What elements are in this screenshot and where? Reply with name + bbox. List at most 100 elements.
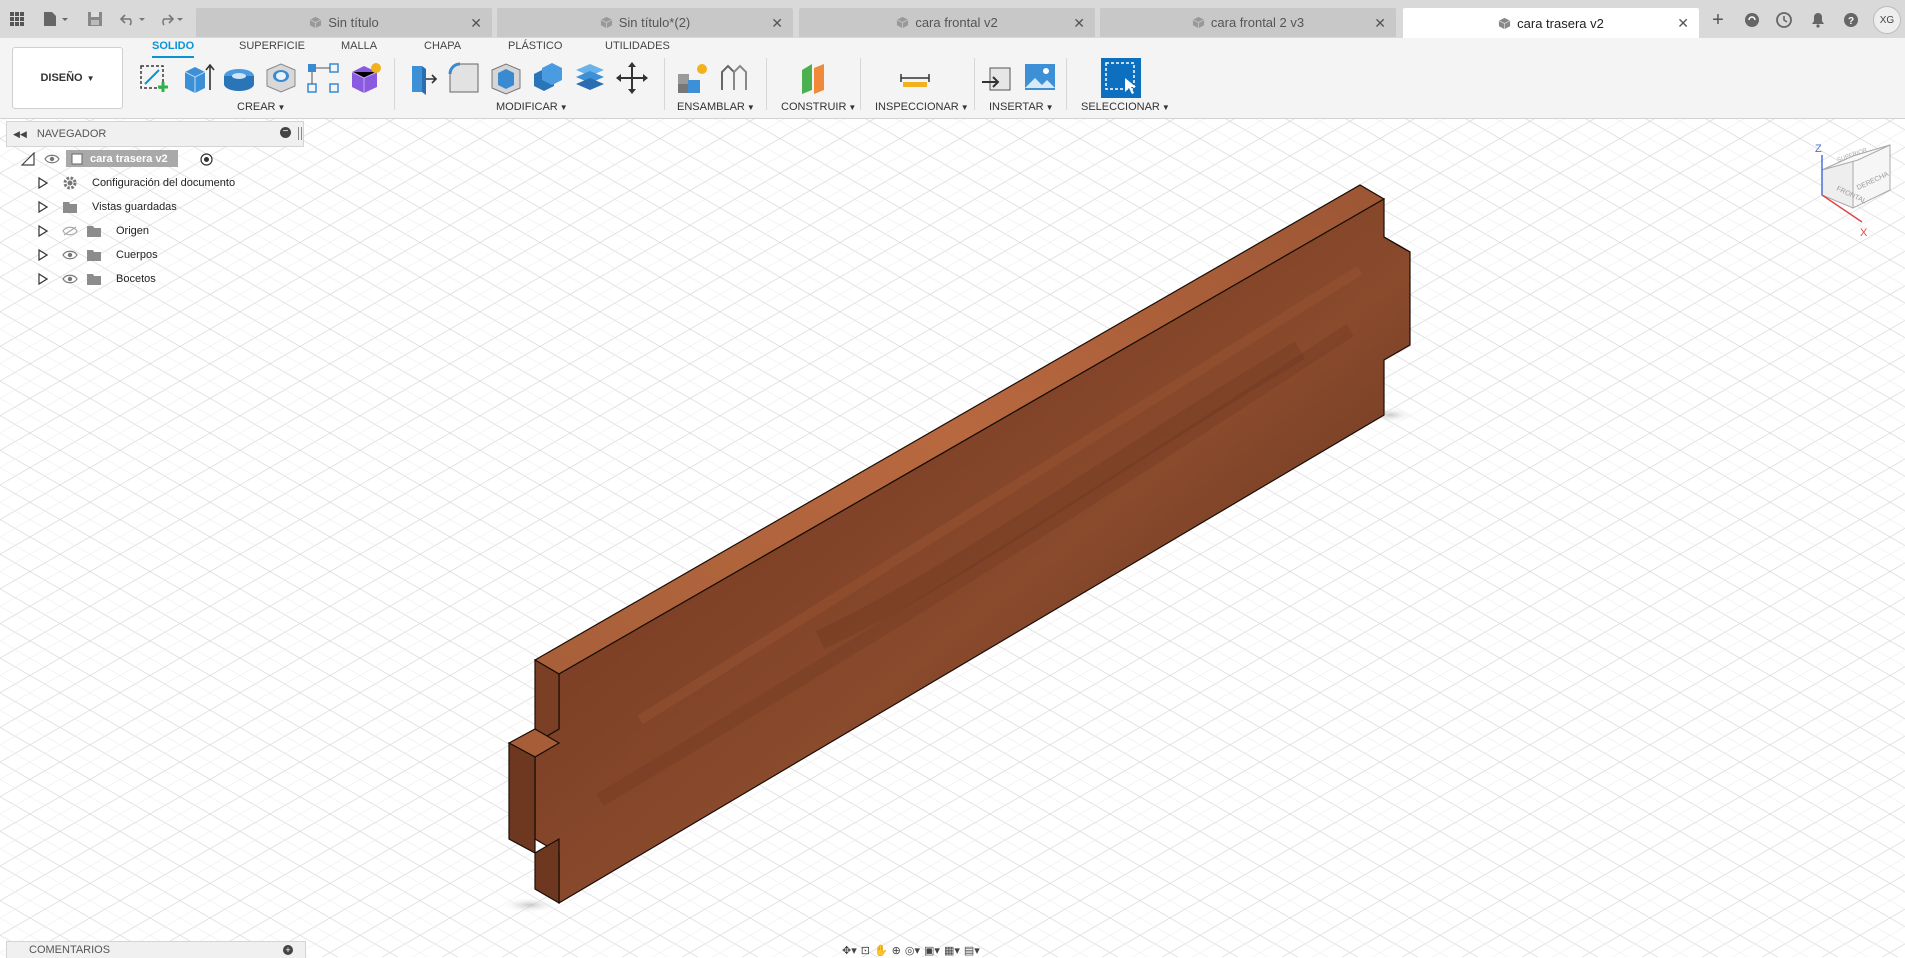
caret-down-icon: ▼ [746,103,755,112]
display-settings-icon[interactable]: ▣▾ [924,944,940,957]
close-icon[interactable]: ✕ [470,15,482,32]
expand-triangle-icon[interactable] [38,273,48,285]
workspace-selector[interactable]: DISEÑO ▼ [12,47,123,109]
create-sketch-icon[interactable] [137,60,173,96]
insert-image-icon[interactable] [1022,60,1058,96]
grid-settings-icon[interactable]: ▦▾ [944,944,960,957]
gear-icon [63,176,77,190]
revolve-icon[interactable] [221,60,257,96]
caret-down-icon: ▼ [277,103,286,112]
expand-triangle-icon[interactable] [38,249,48,261]
help-icon[interactable]: ? [1840,9,1862,31]
insert-derive-icon[interactable] [980,60,1016,96]
tab-cara-frontal-v2[interactable]: cara frontal v2 ✕ [799,8,1095,37]
eye-icon[interactable] [62,250,78,260]
select-icon[interactable] [1101,58,1141,98]
fit-icon[interactable]: ◎▾ [905,944,920,957]
redo-icon[interactable] [156,8,188,30]
construir-menu[interactable]: CONSTRUIR ▼ [781,101,856,113]
close-icon[interactable]: ✕ [1073,15,1085,32]
extrude-icon[interactable] [179,60,215,96]
folder-icon [87,226,101,237]
save-icon[interactable] [84,8,106,30]
tree-item-label: Configuración del documento [92,177,236,189]
fillet-icon[interactable] [446,60,482,96]
look-at-icon[interactable]: ⊡ [861,944,870,957]
construction-plane-icon[interactable] [796,60,832,96]
user-avatar[interactable]: XG [1873,6,1901,34]
tree-item-vistas-guardadas[interactable]: Vistas guardadas [6,195,304,219]
inspeccionar-menu[interactable]: INSPECCIONAR ▼ [875,101,969,113]
insertar-menu[interactable]: INSERTAR ▼ [989,101,1054,113]
tab-label: cara frontal 2 v3 [1210,15,1305,30]
close-icon[interactable]: ✕ [771,15,783,32]
crear-menu[interactable]: CREAR ▼ [237,101,285,113]
eye-icon[interactable] [44,154,60,164]
crear-label: CREAR [237,101,276,113]
file-icon[interactable] [40,8,72,30]
collapse-panel-icon[interactable]: ◀◀ [13,129,27,140]
orbit-icon[interactable]: ✥▾ [842,944,857,957]
cube-icon [309,16,322,29]
combine-icon[interactable] [530,60,566,96]
tree-item-label: Cuerpos [116,249,158,261]
tree-item-configuracion[interactable]: Configuración del documento [6,171,304,195]
panel-grip-icon[interactable] [298,127,302,140]
grid-apps-icon[interactable] [6,8,28,30]
tab-sin-titulo-2[interactable]: Sin título*(2) ✕ [497,8,793,37]
activate-radio-icon[interactable] [200,153,213,166]
tab-plastico[interactable]: PLÁSTICO [508,40,562,56]
tree-item-cuerpos[interactable]: Cuerpos [6,243,304,267]
viewports-icon[interactable]: ▤▾ [964,944,980,957]
tab-malla[interactable]: MALLA [341,40,377,56]
offset-face-icon[interactable] [572,60,608,96]
tab-superficie[interactable]: SUPERFICIE [239,40,305,56]
add-comment-icon[interactable]: + [283,945,293,955]
eye-icon[interactable] [62,274,78,284]
navigator-title: NAVEGADOR [36,128,107,140]
close-icon[interactable]: ✕ [1677,15,1689,32]
tree-item-label: Origen [116,225,150,237]
measure-icon[interactable] [897,60,933,96]
folder-icon [87,250,101,261]
expand-triangle-icon[interactable] [38,225,48,237]
comments-title: COMENTARIOS [29,944,111,956]
tab-chapa[interactable]: CHAPA [424,40,461,56]
press-pull-icon[interactable] [404,60,440,96]
minus-icon[interactable]: − [280,127,291,138]
ensamblar-menu[interactable]: ENSAMBLAR ▼ [677,101,755,113]
tree-item-origen[interactable]: Origen [6,219,304,243]
move-icon[interactable] [614,60,650,96]
close-icon[interactable]: ✕ [1374,15,1386,32]
workspace-label: DISEÑO [40,72,83,84]
tab-utilidades[interactable]: UTILIDADES [605,40,670,56]
undo-icon[interactable] [118,8,150,30]
tree-root[interactable]: cara trasera v2 [6,147,304,171]
tab-sin-titulo[interactable]: Sin título ✕ [196,8,492,37]
hole-icon[interactable] [263,60,299,96]
new-component-icon[interactable] [674,60,710,96]
tab-cara-trasera-v2[interactable]: cara trasera v2 ✕ [1403,8,1699,38]
pattern-icon[interactable] [305,60,341,96]
tab-cara-frontal-2-v3[interactable]: cara frontal 2 v3 ✕ [1100,8,1396,37]
expand-triangle-icon[interactable] [21,152,35,166]
new-tab-icon[interactable]: + [1707,9,1729,31]
extensions-icon[interactable] [1741,9,1763,31]
pan-icon[interactable]: ✋ [874,944,888,957]
joint-icon[interactable] [716,60,752,96]
seleccionar-menu[interactable]: SELECCIONAR ▼ [1081,101,1170,113]
eye-hidden-icon[interactable] [62,226,78,236]
expand-triangle-icon[interactable] [38,201,48,213]
job-status-icon[interactable] [1773,9,1795,31]
expand-triangle-icon[interactable] [38,177,48,189]
tree-item-bocetos[interactable]: Bocetos [6,267,304,291]
caret-down-icon: ▼ [848,103,857,112]
tab-solido[interactable]: SOLIDO [152,40,195,58]
tab-label: cara frontal v2 [915,15,998,30]
zoom-icon[interactable]: ⊕ [892,944,901,957]
modificar-menu[interactable]: MODIFICAR ▼ [496,101,568,113]
bell-icon[interactable] [1807,9,1829,31]
form-icon[interactable] [347,60,383,96]
shell-icon[interactable] [488,60,524,96]
folder-icon [63,202,77,213]
